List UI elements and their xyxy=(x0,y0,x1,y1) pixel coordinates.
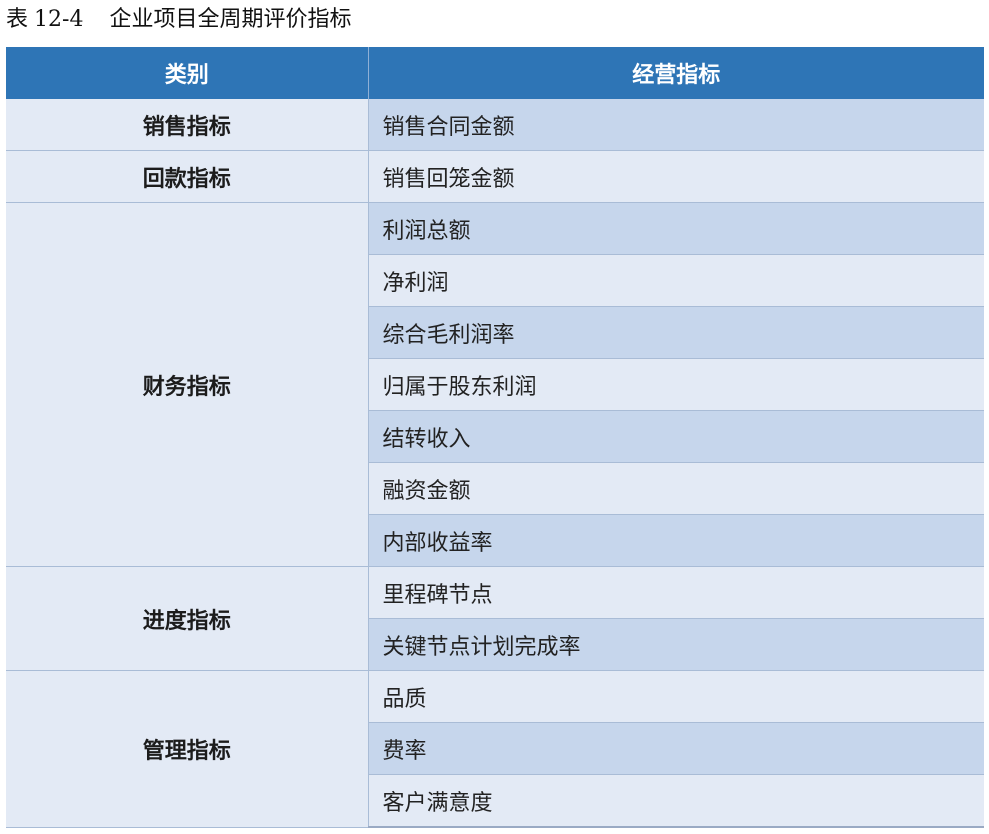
indicator-cell: 归属于股东利润 xyxy=(368,358,984,411)
caption-number: 12-4 xyxy=(34,7,84,32)
indicator-cell: 里程碑节点 xyxy=(368,566,984,619)
indicator-cell: 结转收入 xyxy=(368,410,984,463)
indicator-cell: 内部收益率 xyxy=(368,514,984,567)
indicator-cell: 费率 xyxy=(368,722,984,775)
indicator-cell: 销售合同金额 xyxy=(368,99,984,151)
indicator-cell: 关键节点计划完成率 xyxy=(368,618,984,671)
indicator-cell: 客户满意度 xyxy=(368,774,984,828)
indicator-cell: 销售回笼金额 xyxy=(368,150,984,203)
table-row: 财务指标 利润总额 xyxy=(6,202,984,567)
indicator-cell: 利润总额 xyxy=(368,202,984,255)
category-cell-sales: 销售指标 xyxy=(6,99,369,151)
table-row: 销售指标 销售合同金额 xyxy=(6,99,984,151)
indicator-cell: 综合毛利润率 xyxy=(368,306,984,359)
table-row: 管理指标 品质 xyxy=(6,670,984,828)
header-category: 类别 xyxy=(6,47,369,99)
category-cell-progress: 进度指标 xyxy=(6,566,369,671)
category-cell-finance: 财务指标 xyxy=(6,202,369,567)
indicator-cell: 品质 xyxy=(368,670,984,723)
category-cell-management: 管理指标 xyxy=(6,670,369,828)
table-row: 进度指标 里程碑节点 xyxy=(6,566,984,671)
table-row: 回款指标 销售回笼金额 xyxy=(6,150,984,203)
indicator-cell: 融资金额 xyxy=(368,462,984,515)
header-indicator: 经营指标 xyxy=(368,47,984,99)
table-caption: 表 12-4 企业项目全周期评价指标 xyxy=(6,2,351,38)
table-header-row: 类别 经营指标 xyxy=(6,47,984,99)
caption-title: 企业项目全周期评价指标 xyxy=(109,7,352,32)
caption-prefix: 表 xyxy=(6,7,29,32)
category-cell-collection: 回款指标 xyxy=(6,150,369,203)
metrics-table: 类别 经营指标 销售指标 销售合同金额 回款指标 销售回笼金额 财务指标 利润总… xyxy=(6,47,984,828)
indicator-cell: 净利润 xyxy=(368,254,984,307)
